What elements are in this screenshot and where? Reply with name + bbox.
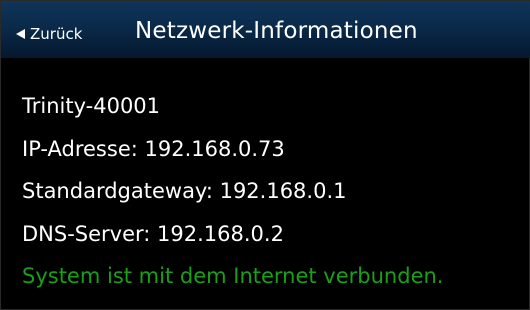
page-title: Netzwerk-Informationen [135,18,418,44]
dns-server: DNS-Server: 192.168.0.2 [22,221,284,246]
triangle-left-icon [16,29,25,39]
network-info-screen: Zurück Netzwerk-Informationen Trinity-40… [0,0,530,310]
header-bar: Zurück Netzwerk-Informationen [1,1,530,58]
back-button[interactable]: Zurück [16,25,82,43]
standard-gateway: Standardgateway: 192.168.0.1 [22,179,347,203]
connection-status: System ist mit dem Internet verbunden. [22,264,444,288]
device-name: Trinity-40001 [22,94,161,118]
network-info-list: Trinity-40001 IP-Adresse: 192.168.0.73 S… [22,85,443,298]
ip-address: IP-Adresse: 192.168.0.73 [22,136,285,161]
back-button-label: Zurück [30,25,83,43]
